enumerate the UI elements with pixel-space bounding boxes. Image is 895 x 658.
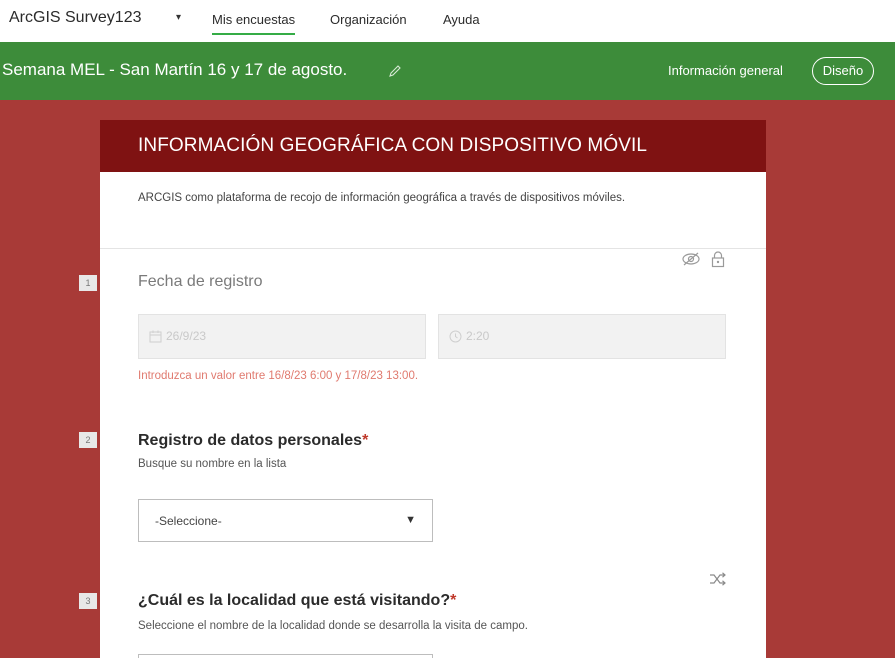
shuffle-icon[interactable] (709, 572, 727, 586)
app-title[interactable]: ArcGIS Survey123 (9, 9, 142, 27)
select-value: -Seleccione- (155, 514, 222, 528)
clock-icon (449, 330, 462, 343)
survey-header: Semana MEL - San Martín 16 y 17 de agost… (0, 42, 895, 100)
nav-ayuda[interactable]: Ayuda (443, 12, 480, 27)
question-number: 2 (79, 432, 97, 448)
question-hint: Seleccione el nombre de la localidad don… (138, 620, 528, 632)
lock-icon[interactable] (711, 251, 725, 268)
form-card: INFORMACIÓN GEOGRÁFICA CON DISPOSITIVO M… (100, 120, 766, 658)
date-value: 26/9/23 (166, 329, 207, 343)
validation-error: Introduzca un valor entre 16/8/23 6:00 y… (138, 370, 419, 382)
personal-data-select[interactable]: -Seleccione- ▼ (138, 499, 433, 542)
pencil-icon[interactable] (388, 64, 402, 78)
required-marker: * (450, 592, 457, 609)
question-number: 1 (79, 275, 97, 291)
date-input[interactable]: 26/9/23 (138, 314, 426, 359)
question-title: Fecha de registro (138, 273, 263, 290)
nav-organizacion[interactable]: Organización (330, 12, 407, 27)
design-button[interactable]: Diseño (812, 57, 874, 85)
app-menu-caret-icon[interactable]: ▾ (176, 12, 181, 23)
nav-mis-encuestas[interactable]: Mis encuestas (212, 12, 296, 35)
question-number: 3 (79, 593, 97, 609)
hidden-eye-icon[interactable] (681, 251, 701, 267)
form-header: INFORMACIÓN GEOGRÁFICA CON DISPOSITIVO M… (100, 120, 766, 172)
form-description: ARCGIS como plataforma de recojo de info… (138, 192, 626, 204)
question-title: ¿Cuál es la localidad que está visitando… (138, 592, 457, 609)
question-hint: Busque su nombre en la lista (138, 458, 287, 470)
general-info-link[interactable]: Información general (668, 63, 783, 78)
locality-select[interactable] (138, 654, 433, 658)
time-value: 2:20 (466, 329, 490, 343)
required-marker: * (362, 432, 369, 449)
divider (100, 248, 766, 249)
question-title: Registro de datos personales* (138, 432, 369, 449)
survey-title: Semana MEL - San Martín 16 y 17 de agost… (2, 60, 348, 79)
dropdown-arrow-icon: ▼ (405, 514, 416, 526)
time-input[interactable]: 2:20 (438, 314, 726, 359)
form-title: INFORMACIÓN GEOGRÁFICA CON DISPOSITIVO M… (138, 135, 648, 156)
calendar-icon (149, 330, 162, 343)
top-nav: ArcGIS Survey123 ▾ Mis encuestas Organiz… (0, 0, 895, 42)
